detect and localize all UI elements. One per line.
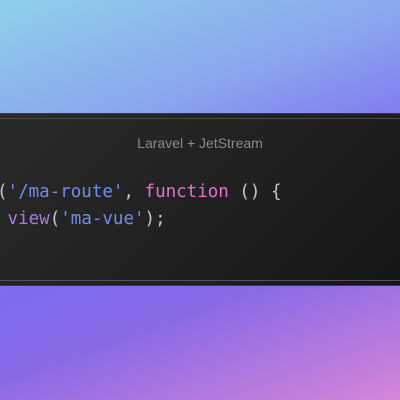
token-keyword: function xyxy=(144,182,229,202)
token: ( xyxy=(49,209,61,229)
token-function: view xyxy=(7,209,50,229)
token: () { xyxy=(228,182,282,202)
token: , xyxy=(123,182,145,202)
code-line-1: ('/ma-route', function () { xyxy=(0,182,282,202)
divider xyxy=(0,118,400,119)
code-line-2: view('ma-vue'); xyxy=(0,209,166,229)
token: ); xyxy=(144,209,166,229)
token: ( xyxy=(0,182,8,202)
token-string: '/ma-route' xyxy=(7,182,124,202)
code-window: Laravel + JetStream ('/ma-route', functi… xyxy=(0,113,400,286)
divider xyxy=(0,280,400,281)
window-title: Laravel + JetStream xyxy=(137,135,263,151)
token-string: 'ma-vue' xyxy=(60,209,145,229)
